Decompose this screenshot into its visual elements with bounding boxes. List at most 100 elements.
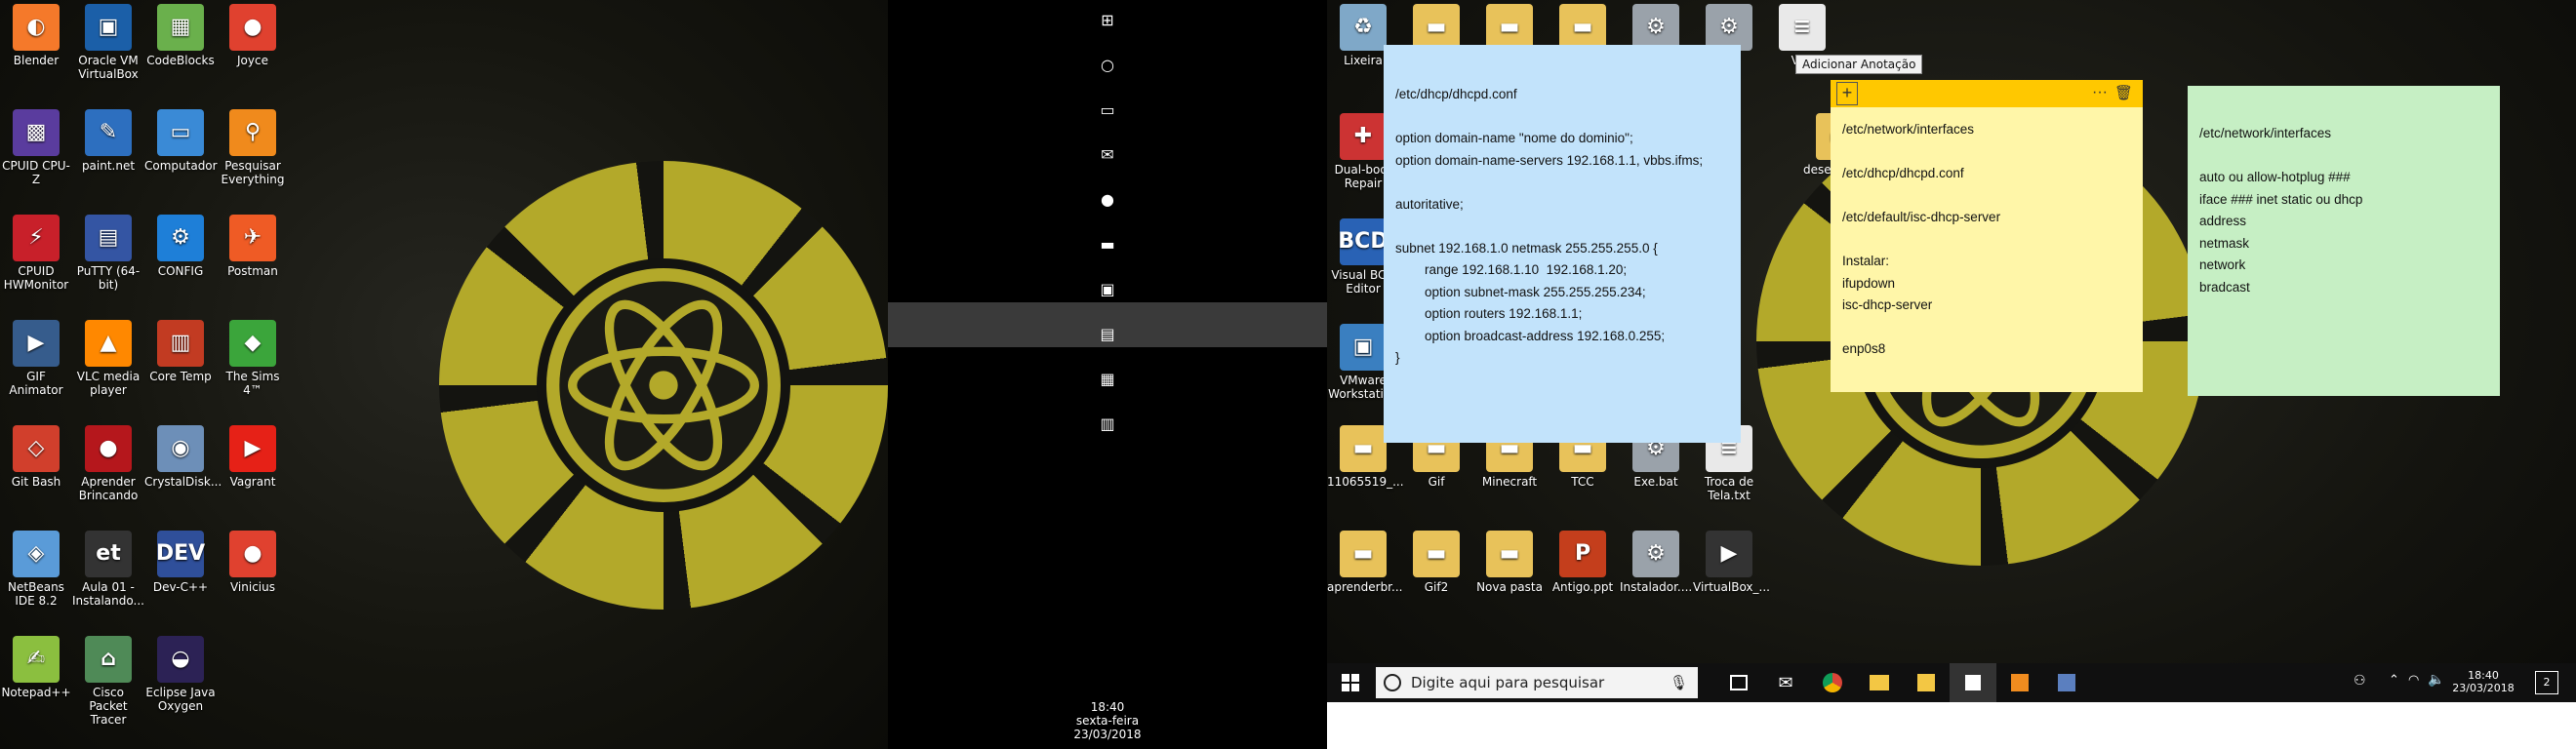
icon-label: Oracle VM VirtualBox <box>78 54 139 81</box>
desktop-icon[interactable]: ◉ CrystalDisk... <box>144 421 221 489</box>
desktop-icon[interactable]: ◆ The Sims 4™ <box>217 316 289 397</box>
icon-label: The Sims 4™ <box>225 370 280 397</box>
folder-icon: ▬ <box>1413 4 1460 51</box>
virtualbox-icon: ▣ <box>85 4 132 51</box>
sticky-note-yellow[interactable]: + ··· 🗑 /etc/network/interfaces/etc/dhcp… <box>1831 80 2143 392</box>
vm-icon[interactable]: ▥ <box>1083 404 1132 443</box>
network-icon[interactable]: ◠ <box>2408 673 2419 688</box>
desktop-icon[interactable]: ▶ VirtualBox_... <box>1693 527 1770 594</box>
icon-label: Instalador.... <box>1620 580 1693 594</box>
desktop-icon[interactable]: ● Joyce <box>217 0 289 67</box>
start-button[interactable] <box>1327 663 1374 702</box>
delete-note-icon[interactable]: 🗑 <box>2114 83 2133 105</box>
desktop-icon[interactable]: ◈ NetBeans IDE 8.2 <box>0 527 72 608</box>
desktop-icon[interactable]: ▥ Core Temp <box>144 316 217 383</box>
desktop-icon[interactable]: ▭ Computador <box>144 105 218 173</box>
notepadpp-icon: ✍ <box>13 636 60 683</box>
desktop-icon[interactable]: ▩ CPUID CPU-Z <box>0 105 72 186</box>
settings-file-icon: ⚙ <box>1632 4 1679 51</box>
chrome-icon: ● <box>229 4 276 51</box>
desktop-icon[interactable]: ● Aprender Brincando <box>72 421 144 502</box>
mail-button[interactable]: ✉ <box>1762 663 1809 702</box>
note-green-text[interactable]: /etc/network/interfaces auto ou allow-hot… <box>2188 86 2500 335</box>
postman-icon: ✈ <box>229 215 276 261</box>
icon-label: Antigo.ppt <box>1551 580 1614 594</box>
sticky-notes-icon[interactable]: ▤ <box>1083 314 1132 353</box>
note-line <box>2199 145 2488 168</box>
sticky-notes-button[interactable] <box>1950 663 1996 704</box>
wallpaper-emblem <box>439 161 888 610</box>
desktop-icon[interactable]: et Aula 01 - Instalando... <box>72 527 144 608</box>
icon-label: Vagrant <box>229 475 276 489</box>
note-blue-text[interactable]: /etc/dhcp/dhcpd.conf option domain-name "… <box>1384 45 1741 409</box>
note-line: option routers 192.168.1.1; <box>1395 306 1583 321</box>
desktop-icon[interactable]: ▬ Gif2 <box>1400 527 1472 594</box>
task-view-icon[interactable]: ▭ <box>1083 90 1132 129</box>
cortana-circle-icon[interactable]: ○ <box>1083 45 1132 84</box>
desktop-icon[interactable]: P Antigo.ppt <box>1547 527 1619 594</box>
tray-chevron-icon[interactable]: ⌃ <box>2389 673 2399 688</box>
icon-label: Troca de Tela.txt <box>1704 475 1754 502</box>
people-icon[interactable]: ⚇ <box>2354 673 2366 689</box>
task-view-icon <box>1730 675 1748 690</box>
chrome-icon[interactable]: ● <box>1083 179 1132 218</box>
icon-label: 11065519_... <box>1327 475 1404 489</box>
taskbar-clock[interactable]: 18:40 23/03/2018 <box>2449 669 2517 694</box>
desktop-icon[interactable]: ✈ Postman <box>217 211 289 278</box>
desktop-icon[interactable]: ⚙ Instalador.... <box>1620 527 1692 594</box>
desktop-icon[interactable]: ▬ aprenderbr... <box>1327 527 1402 594</box>
folder-icon: ▬ <box>1486 4 1533 51</box>
desktop-icon[interactable]: ⌂ Cisco Packet Tracer <box>72 632 144 727</box>
icon-label: CPUID CPU-Z <box>2 159 70 186</box>
file-explorer-icon[interactable]: ▬ <box>1083 224 1132 263</box>
desktop-icon[interactable]: ◒ Eclipse Java Oxygen <box>144 632 217 713</box>
file-explorer-button[interactable] <box>1856 663 1903 702</box>
desktop-icon[interactable]: ▤ PuTTY (64-bit) <box>72 211 144 292</box>
desktop-icon[interactable]: ● Vinicius <box>217 527 289 594</box>
task-view-button[interactable] <box>1715 663 1762 702</box>
desktop-icon[interactable]: DEV Dev-C++ <box>144 527 217 594</box>
note-line <box>1842 141 2131 164</box>
windows-start-icon[interactable]: ⊞ <box>1083 0 1132 39</box>
cpuz-icon: ▩ <box>13 109 60 156</box>
desktop-icon[interactable]: ⚡ CPUID HWMonitor <box>0 211 72 292</box>
desktop-icon[interactable]: ◐ Blender <box>0 0 72 67</box>
icon-label: Joyce <box>237 54 268 67</box>
sublime-icon[interactable]: ▦ <box>1083 359 1132 398</box>
desktop-icon[interactable]: ◇ Git Bash <box>0 421 72 489</box>
sticky-note-green[interactable]: /etc/network/interfaces auto ou allow-hot… <box>2188 86 2500 396</box>
microphone-icon[interactable]: 🎙 <box>1670 674 1688 691</box>
desktop-icon[interactable]: ▲ VLC media player <box>72 316 144 397</box>
sticky-note-blue[interactable]: /etc/dhcp/dhcpd.conf option domain-name "… <box>1384 45 1741 443</box>
chrome-button[interactable] <box>1809 663 1856 702</box>
desktop-icon[interactable]: ✍ Notepad++ <box>0 632 72 699</box>
vertical-clock[interactable]: 18:40 sexta-feira 23/03/2018 <box>1054 700 1161 741</box>
text-file-icon: ≡ <box>1779 4 1826 51</box>
desktop-icon[interactable]: ▶ Vagrant <box>217 421 289 489</box>
add-note-tooltip: Adicionar Anotação <box>1795 55 1923 74</box>
note-line: } <box>1395 350 1400 365</box>
desktop-icon[interactable]: ⚙ CONFIG <box>144 211 217 278</box>
volume-icon[interactable]: 🔈 <box>2428 672 2444 688</box>
notification-center-button[interactable]: 2 <box>2535 671 2558 694</box>
icon-label: Computador <box>144 159 218 173</box>
mail-icon[interactable]: ✉ <box>1083 135 1132 174</box>
note-line: /etc/network/interfaces <box>1842 122 1975 137</box>
desktop-icon[interactable]: ▬ Nova pasta <box>1473 527 1546 594</box>
desktop-icon[interactable]: ✎ paint.net <box>72 105 144 173</box>
store-button[interactable] <box>1903 663 1950 702</box>
devcpp-icon: DEV <box>156 531 205 577</box>
desktop-icon[interactable]: ▣ Oracle VM VirtualBox <box>72 0 144 81</box>
desktop-icon[interactable]: ▦ CodeBlocks <box>144 0 217 67</box>
search-input[interactable]: Digite aqui para pesquisar 🎙 <box>1376 667 1698 698</box>
desktop-icon[interactable]: ⚲ Pesquisar Everything <box>217 105 289 186</box>
note-line: /etc/dhcp/dhcpd.conf <box>1842 166 1964 180</box>
store-icon[interactable]: ▣ <box>1083 269 1132 308</box>
sublime-button[interactable] <box>1996 663 2043 704</box>
youtube-icon: ▶ <box>229 425 276 472</box>
vm-button[interactable] <box>2043 663 2090 704</box>
desktop-icon[interactable]: ▶ GIF Animator <box>0 316 72 397</box>
more-options-icon[interactable]: ··· <box>2092 82 2108 104</box>
note-yellow-text[interactable]: /etc/network/interfaces/etc/dhcp/dhcpd.c… <box>1831 107 2143 373</box>
add-note-button[interactable]: + <box>1836 82 1858 105</box>
